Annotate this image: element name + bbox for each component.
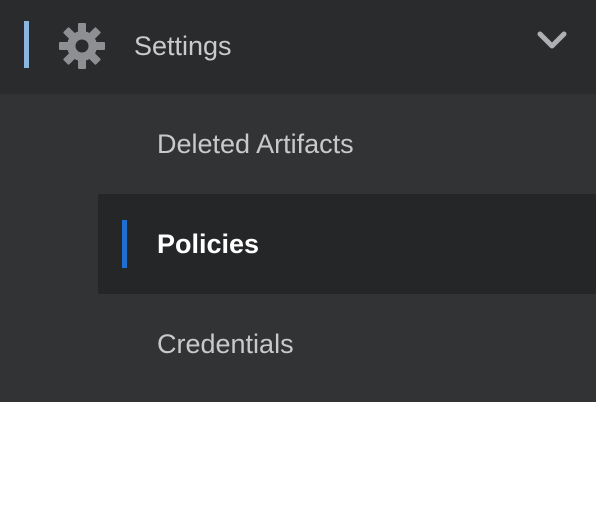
nav-item-credentials[interactable]: Credentials bbox=[0, 294, 596, 394]
settings-section-header[interactable]: Settings bbox=[0, 0, 596, 94]
settings-nav: Settings Deleted Artifacts Policies Cred… bbox=[0, 0, 596, 402]
active-indicator bbox=[122, 220, 127, 268]
settings-label: Settings bbox=[134, 31, 232, 61]
chevron-down-icon[interactable] bbox=[536, 30, 568, 52]
section-accent-bar bbox=[24, 21, 29, 68]
nav-item-deleted-artifacts[interactable]: Deleted Artifacts bbox=[0, 94, 596, 194]
gear-icon bbox=[59, 23, 105, 69]
nav-item-label: Policies bbox=[157, 229, 260, 259]
nav-item-policies[interactable]: Policies bbox=[98, 194, 596, 294]
nav-item-label: Deleted Artifacts bbox=[157, 129, 354, 159]
nav-item-label: Credentials bbox=[157, 329, 294, 359]
